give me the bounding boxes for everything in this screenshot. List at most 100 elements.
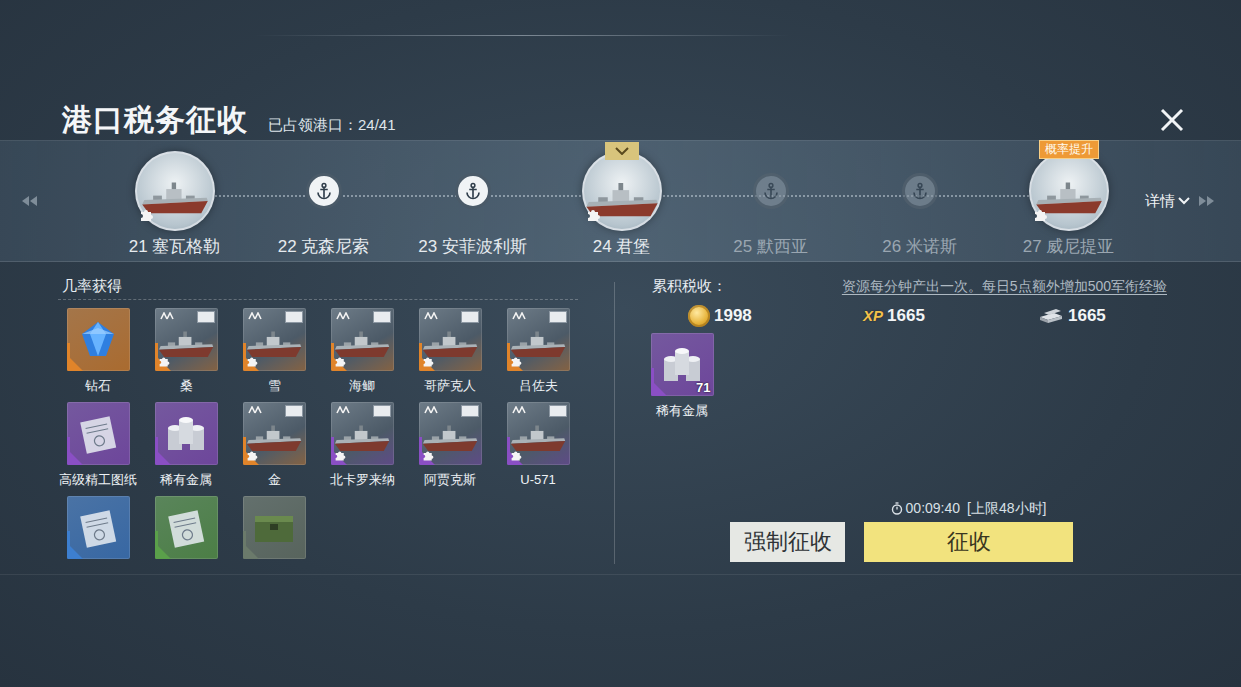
port-label: 22 克森尼索 [278, 237, 370, 257]
drops-panel: 几率获得钻石桑雪海鲫哥萨克人吕佐夫高级精工图纸稀有金属金北卡罗来纳阿贾克斯U-5… [58, 276, 578, 574]
metal-icon [162, 412, 210, 456]
button-group: 00:09:40[上限48小时]征收 [864, 499, 1073, 562]
drop-item[interactable]: 北卡罗来纳 [322, 402, 402, 488]
item-tile [155, 402, 218, 465]
drop-item[interactable]: 金 [234, 402, 314, 488]
rank-icon [336, 406, 350, 414]
drop-item[interactable]: 钻石 [58, 308, 138, 394]
puzzle-icon [422, 355, 435, 368]
ship-icon [509, 329, 567, 363]
port-icon-area [100, 145, 249, 237]
top-line [255, 35, 790, 36]
drop-item[interactable]: U-571 [498, 402, 578, 488]
tax-header: 累积税收：资源每分钟产出一次。每日5点额外增加500军衔经验 [650, 276, 1167, 296]
port-node[interactable]: 概率提升27 威尼提亚 [994, 141, 1143, 261]
header: 港口税务征收已占领港口：24/41 [0, 100, 1241, 140]
chevron-down-icon [1178, 197, 1190, 205]
item-name: 雪 [268, 377, 281, 394]
close-button[interactable] [1157, 105, 1187, 135]
scroll-right[interactable] [1190, 141, 1214, 261]
puzzle-icon [510, 449, 523, 462]
metal-icon [658, 343, 706, 387]
coin-icon [688, 305, 710, 327]
port-node[interactable]: 21 塞瓦格勒 [100, 141, 249, 261]
scroll-left[interactable] [0, 141, 100, 261]
tax-item[interactable]: 71稀有金属 [642, 333, 722, 419]
drop-item[interactable]: 阿贾克斯 [410, 402, 490, 488]
flag-icon [461, 405, 479, 417]
double-arrow-right-icon [1198, 196, 1214, 206]
item-name: 哥萨克人 [424, 377, 476, 394]
port-label: 27 威尼提亚 [1023, 237, 1115, 257]
drop-item[interactable]: 桑 [146, 308, 226, 394]
crate-icon [251, 508, 297, 548]
drop-item[interactable]: 海鲫 [322, 308, 402, 394]
flag-icon [549, 311, 567, 323]
port-ship [1029, 151, 1109, 231]
collect-button[interactable]: 征收 [864, 522, 1073, 562]
port-node[interactable]: 24 君堡 [547, 141, 696, 261]
details-button[interactable]: 详情 [1143, 141, 1190, 261]
stopwatch-icon [891, 502, 903, 515]
probability-badge: 概率提升 [1039, 140, 1099, 159]
port-node[interactable]: 25 默西亚 [696, 141, 845, 261]
action-bar: 强制征收00:09:40[上限48小时]征收 [650, 499, 1167, 574]
tax-collection-screen: 港口税务征收已占领港口：24/4121 塞瓦格勒22 克森尼索23 安菲波利斯2… [0, 0, 1241, 687]
port-label: 24 君堡 [593, 237, 651, 257]
port-label: 21 塞瓦格勒 [129, 237, 221, 257]
drop-item[interactable]: 雪 [234, 308, 314, 394]
port-ship [135, 151, 215, 231]
puzzle-icon [158, 355, 171, 368]
item-tile [507, 308, 570, 371]
resource-amount: 1665 [887, 305, 925, 327]
port-icon-area [249, 145, 398, 237]
anchor-icon [911, 182, 929, 200]
tax-note: 资源每分钟产出一次。每日5点额外增加500军衔经验 [842, 277, 1167, 296]
details-label: 详情 [1145, 192, 1175, 211]
port-anchor [753, 173, 789, 209]
port-icon-area: 概率提升 [994, 145, 1143, 237]
item-name: U-571 [520, 471, 555, 488]
item-tile [155, 308, 218, 371]
flag-icon [285, 405, 303, 417]
flag-icon [373, 311, 391, 323]
port-anchor [306, 173, 342, 209]
item-tile [243, 402, 306, 465]
top-decoration [0, 0, 1241, 100]
item-tile [67, 308, 130, 371]
port-list: 21 塞瓦格勒 22 克森尼索 23 安菲波利斯 24 君堡 25 默西亚 26 米诺斯 概… [100, 141, 1143, 261]
drop-item[interactable] [58, 496, 138, 559]
item-name: 吕佐夫 [519, 377, 558, 394]
item-tile [243, 496, 306, 559]
port-node[interactable]: 26 米诺斯 [845, 141, 994, 261]
rank-icon [248, 406, 262, 414]
port-icon-area [398, 145, 547, 237]
double-arrow-left-icon [22, 196, 38, 206]
diamond-icon [76, 318, 120, 362]
port-icon-area [696, 145, 845, 237]
blueprint-icon [75, 411, 121, 457]
timer-limit: [上限48小时] [967, 499, 1046, 517]
tax-item-list: 71稀有金属 [642, 333, 1167, 419]
rank-icon [512, 312, 526, 320]
drop-item[interactable]: 吕佐夫 [498, 308, 578, 394]
current-marker [605, 142, 639, 160]
steel-icon [1038, 307, 1064, 325]
blueprint-icon [163, 505, 209, 551]
drop-item[interactable]: 高级精工图纸 [58, 402, 138, 488]
item-tile [419, 402, 482, 465]
drop-item[interactable] [234, 496, 314, 559]
port-label: 26 米诺斯 [882, 237, 957, 257]
port-anchor [455, 173, 491, 209]
port-label: 25 默西亚 [733, 237, 808, 257]
drop-item[interactable] [146, 496, 226, 559]
resource: 1665 [1038, 305, 1213, 327]
port-node[interactable]: 22 克森尼索 [249, 141, 398, 261]
port-node[interactable]: 23 安菲波利斯 [398, 141, 547, 261]
port-anchor [902, 173, 938, 209]
collect-button[interactable]: 强制征收 [730, 522, 845, 562]
resource-list: 1998XP16651665 [650, 305, 1167, 327]
drop-item[interactable]: 稀有金属 [146, 402, 226, 488]
ship-icon [157, 329, 215, 363]
drop-item[interactable]: 哥萨克人 [410, 308, 490, 394]
